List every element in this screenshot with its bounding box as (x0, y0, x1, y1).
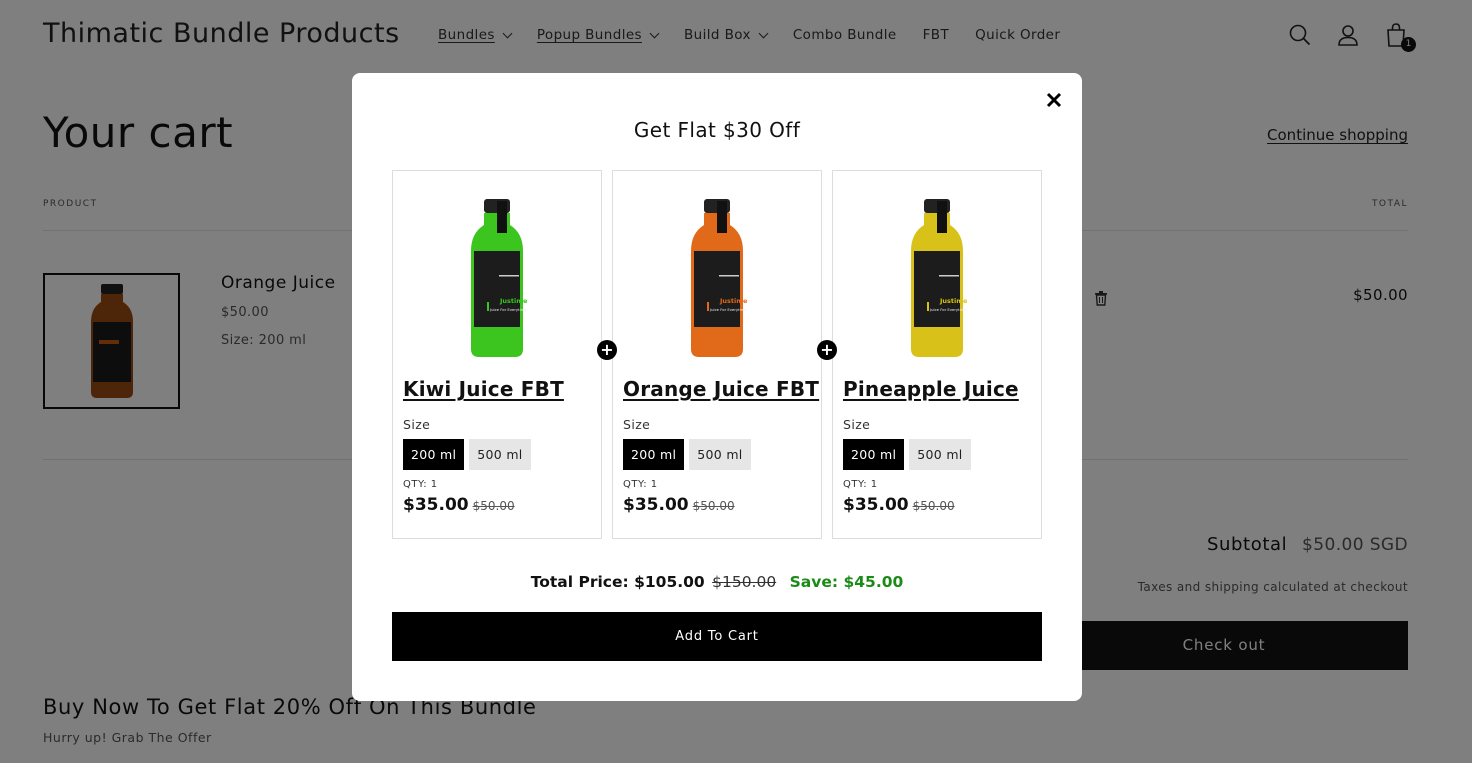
quantity-label: QTY: 1 (403, 479, 438, 490)
size-option-500ml[interactable]: 500 ml (689, 439, 751, 470)
close-icon[interactable] (1044, 90, 1064, 110)
bundle-total: Total Price: $105.00 $150.00 Save: $45.0… (352, 573, 1082, 591)
product-name-link[interactable]: Orange Juice FBT (623, 377, 819, 401)
total-price: $105.00 (634, 573, 705, 591)
product-image[interactable]: Justime Juice For Everytime (403, 171, 591, 366)
svg-text:Juice For Everytime: Juice For Everytime (489, 307, 527, 312)
product-cards: Justime Juice For Everytime Kiwi Juice F… (392, 170, 1042, 539)
size-option-500ml[interactable]: 500 ml (909, 439, 971, 470)
sale-price: $35.00 (843, 495, 909, 515)
size-options: 200 ml 500 ml (843, 439, 1031, 470)
size-options: 200 ml 500 ml (623, 439, 811, 470)
product-image[interactable]: Justime Juice For Everytime (623, 171, 811, 366)
price-row: $35.00 $50.00 (843, 495, 1031, 515)
juice-bottle-image: Justime Juice For Everytime (691, 198, 747, 357)
size-option-200ml[interactable]: 200 ml (843, 439, 905, 470)
product-name-link[interactable]: Pineapple Juice (843, 377, 1031, 401)
svg-text:Justime: Justime (499, 297, 527, 305)
size-label: Size (843, 417, 871, 432)
svg-text:Juice For Everytime: Juice For Everytime (709, 307, 747, 312)
size-options: 200 ml 500 ml (403, 439, 591, 470)
add-to-cart-button[interactable]: Add To Cart (392, 612, 1042, 661)
plus-icon: + (817, 340, 837, 360)
price-row: $35.00 $50.00 (403, 495, 591, 515)
modal-title: Get Flat $30 Off (633, 118, 801, 142)
svg-text:Justime: Justime (939, 297, 967, 305)
savings-text: Save: $45.00 (789, 573, 904, 591)
juice-bottle-image: Justime Juice For Everytime (471, 198, 527, 357)
product-card: Justime Juice For Everytime Pineapple Ju… (832, 170, 1042, 539)
quantity-label: QTY: 1 (623, 479, 658, 490)
sale-price: $35.00 (623, 495, 689, 515)
compare-price: $50.00 (472, 499, 515, 513)
compare-price: $50.00 (692, 499, 735, 513)
product-name-link[interactable]: Kiwi Juice FBT (403, 377, 591, 401)
size-option-500ml[interactable]: 500 ml (469, 439, 531, 470)
size-label: Size (403, 417, 431, 432)
product-image[interactable]: Justime Juice For Everytime (843, 171, 1031, 366)
sale-price: $35.00 (403, 495, 469, 515)
svg-text:Juice For Everytime: Juice For Everytime (929, 307, 967, 312)
juice-bottle-image: Justime Juice For Everytime (911, 198, 967, 357)
fbt-popup-modal: Get Flat $30 Off Justime Juice For Every… (352, 73, 1082, 701)
price-row: $35.00 $50.00 (623, 495, 811, 515)
product-card: Justime Juice For Everytime Kiwi Juice F… (392, 170, 602, 539)
product-card: Justime Juice For Everytime Orange Juice… (612, 170, 822, 539)
total-label: Total Price: (530, 573, 629, 591)
plus-icon: + (597, 340, 617, 360)
total-compare-price: $150.00 (712, 573, 777, 591)
size-label: Size (623, 417, 651, 432)
size-option-200ml[interactable]: 200 ml (623, 439, 685, 470)
quantity-label: QTY: 1 (843, 479, 878, 490)
svg-text:Justime: Justime (719, 297, 747, 305)
compare-price: $50.00 (912, 499, 955, 513)
size-option-200ml[interactable]: 200 ml (403, 439, 465, 470)
